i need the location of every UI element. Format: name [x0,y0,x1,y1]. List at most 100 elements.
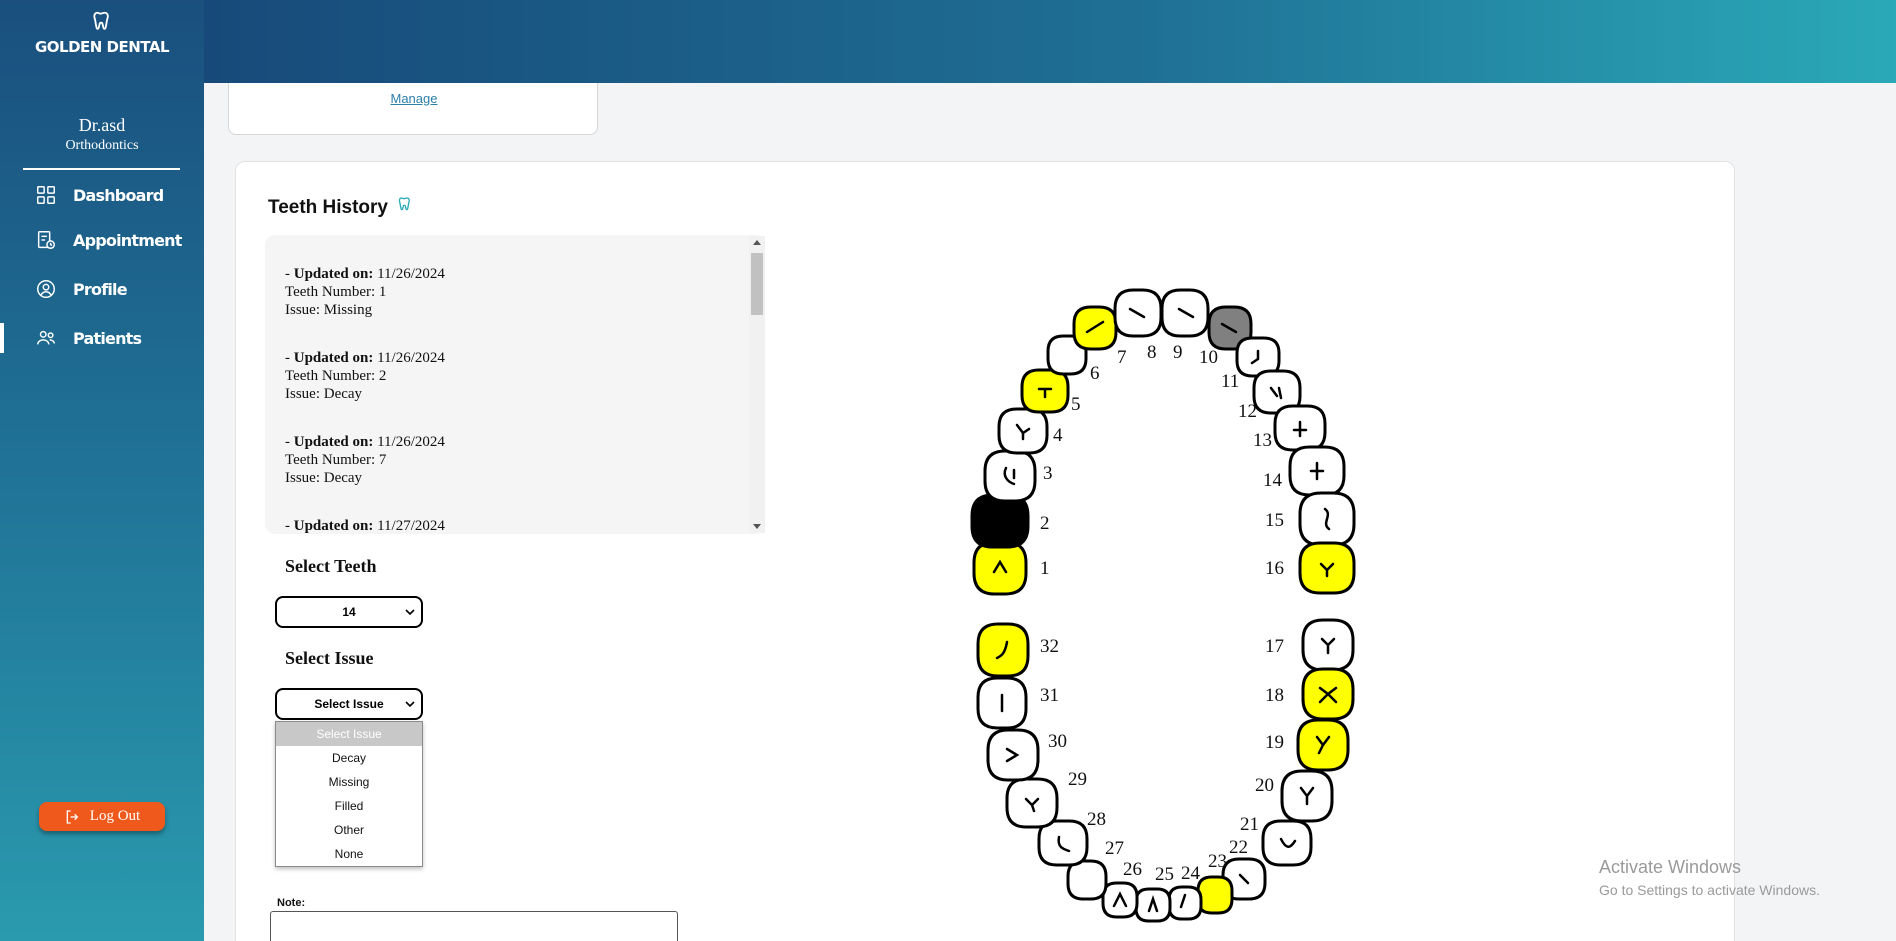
tooth-number: 3 [1043,463,1053,484]
tooth-shape [970,493,1030,549]
tooth-number: 16 [1265,558,1284,579]
sidebar-item-label: Dashboard [73,185,164,205]
chevron-down-icon [405,701,415,708]
watermark-subtitle: Go to Settings to activate Windows. [1599,882,1820,898]
tooth-number: 18 [1265,685,1284,706]
logout-icon [66,809,79,824]
tooth-number: 27 [1105,838,1124,859]
top-header [204,0,1896,83]
tooth-number: 32 [1040,636,1059,657]
scroll-up-arrow-icon[interactable] [753,240,761,245]
note-label: Note: [277,897,306,909]
tooth-1[interactable] [972,540,1028,596]
tooth-number: 15 [1265,510,1284,531]
issue-select[interactable]: Select Issue [275,688,423,720]
select-issue-label: Select Issue [285,648,374,668]
tooth-24[interactable] [1167,885,1203,921]
scroll-down-arrow-icon[interactable] [753,524,761,529]
tooth-number: 14 [1263,470,1283,491]
tooth-3[interactable] [983,449,1037,503]
tooth-number: 21 [1240,814,1259,835]
sidebar-item-appointment[interactable]: Appointment [35,226,182,254]
tooth-number: 17 [1265,636,1284,657]
issue-option[interactable]: Decay [276,746,422,770]
brand-name: GOLDEN DENTAL [34,38,170,56]
tooth-shape [983,449,1037,503]
sidebar-item-profile[interactable]: Profile [35,275,128,303]
active-indicator [0,323,4,353]
chevron-down-icon [405,609,415,616]
tooth-shape [1196,875,1234,915]
history-list[interactable]: - Updated on: 11/26/2024 Teeth Number: 1… [265,235,765,534]
issue-option[interactable]: Other [276,818,422,842]
history-scrollbar[interactable] [749,236,765,533]
history-entry: - Updated on: 11/27/2024 [285,518,445,534]
tooth-4[interactable] [997,407,1049,455]
tooth-13[interactable] [1273,404,1327,452]
issue-option[interactable]: Select Issue [276,722,422,746]
tooth-23[interactable] [1196,875,1234,915]
tooth-17[interactable] [1301,618,1355,672]
tooth-shape [1005,777,1059,829]
tooth-shape [972,540,1028,596]
tooth-8[interactable] [1113,288,1163,338]
logout-label: Log Out [89,808,141,824]
tooth-number: 12 [1238,401,1257,422]
windows-activation-watermark: Activate Windows Go to Settings to activ… [1599,857,1820,898]
teeth-chart: 1234567 8 9 1011121314151617181920212223242… [970,288,1356,923]
tooth-number: 28 [1087,809,1106,830]
tooth-shape [986,728,1040,782]
top-card: Manage [228,83,598,135]
tooth-number: 13 [1253,430,1272,451]
manage-link[interactable]: Manage [229,91,599,106]
sidebar-item-label: Profile [73,279,128,299]
tooth-number: 23 [1208,851,1227,872]
logo: GOLDEN DENTAL [0,10,204,56]
tooth-15[interactable] [1298,491,1356,547]
tooth-28[interactable] [1037,819,1089,867]
tooth-30[interactable] [986,728,1040,782]
tooth-29[interactable] [1005,777,1059,829]
tooth-19[interactable] [1296,718,1350,772]
tooth-2[interactable] [970,493,1030,549]
select-teeth-label: Select Teeth [285,556,377,576]
history-entry: - Updated on: 11/26/2024 Teeth Number: 2… [285,350,445,402]
sidebar-item-patients[interactable]: Patients [35,324,142,352]
tooth-number: 10 [1199,347,1218,368]
tooth-shape [1066,859,1108,901]
tooth-16[interactable] [1298,541,1356,595]
tooth-shape [976,622,1030,678]
note-textarea[interactable] [270,911,678,941]
tooth-14[interactable] [1288,445,1346,497]
tooth-26[interactable] [1101,881,1139,919]
tooth-25[interactable] [1134,887,1172,923]
tooth-21[interactable] [1261,819,1313,867]
tooth-shape [1261,819,1313,867]
tooth-number: 19 [1265,732,1284,753]
tooth-icon [398,197,410,211]
tooth-9[interactable] [1160,288,1210,338]
teeth-select[interactable]: 14 [275,596,423,628]
issue-option[interactable]: Missing [276,770,422,794]
tooth-5[interactable] [1020,368,1070,414]
sidebar-item-dashboard[interactable]: Dashboard [35,181,164,209]
tooth-icon [93,11,109,30]
logout-button[interactable]: Log Out [39,802,165,831]
tooth-18[interactable] [1301,667,1355,721]
tooth-number: 24 [1181,863,1201,884]
history-entry: - Updated on: 11/26/2024 Teeth Number: 7… [285,434,445,486]
scroll-thumb[interactable] [751,253,763,315]
issue-option[interactable]: None [276,842,422,866]
issue-option[interactable]: Filled [276,794,422,818]
tooth-shape [1167,885,1203,921]
sidebar-item-label: Patients [73,328,142,348]
tooth-31[interactable] [976,676,1028,730]
tooth-27[interactable] [1066,859,1108,901]
tooth-number: 9 [1173,342,1183,363]
tooth-number: 29 [1068,769,1087,790]
tooth-number: 25 [1155,864,1174,885]
calendar-clipboard-icon [37,231,55,249]
tooth-20[interactable] [1280,769,1334,823]
tooth-32[interactable] [976,622,1030,678]
tooth-7[interactable] [1072,305,1118,351]
